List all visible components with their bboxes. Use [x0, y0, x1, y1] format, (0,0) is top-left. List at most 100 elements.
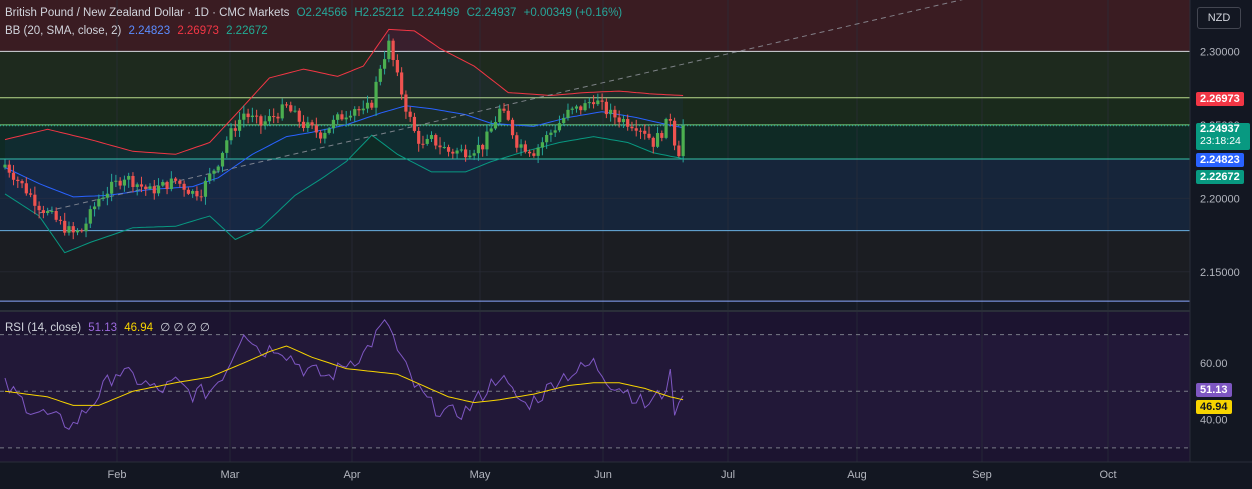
time-tick-label: Feb [108, 469, 127, 481]
candle-body [374, 81, 378, 108]
candle-body [464, 149, 468, 158]
candle-body [199, 196, 203, 198]
candle-body [67, 226, 71, 233]
chart-canvas[interactable]: 2.300002.250002.200002.1500060.0040.00Fe… [0, 0, 1252, 489]
candle-body [476, 144, 481, 154]
candle-body [609, 109, 613, 115]
candle-body [289, 105, 293, 112]
candle-body [220, 152, 225, 167]
candle-body [510, 119, 515, 136]
candle-body [412, 116, 417, 131]
candle-body [468, 155, 472, 158]
candle-body [293, 110, 297, 112]
candle-body [54, 210, 58, 220]
symbol-title: British Pound / New Zealand Dollar · 1D … [5, 7, 290, 19]
candle-body [127, 175, 131, 180]
candle-body [297, 110, 301, 122]
bb-basis-value: 2.24823 [128, 25, 171, 37]
basis-price-label: 2.24823 [1196, 153, 1244, 167]
candle-body [446, 147, 451, 152]
candle-body [523, 144, 527, 152]
candle-body [11, 172, 16, 180]
candle-body [208, 173, 212, 181]
candle-body [677, 145, 681, 157]
currency-button[interactable]: NZD [1197, 7, 1241, 29]
candle-body [634, 128, 638, 131]
candle-body [451, 151, 455, 154]
zone-1 [0, 51, 1190, 98]
candle-body [58, 219, 63, 221]
candle-body [604, 101, 608, 115]
candle-body [139, 184, 144, 187]
candle-body [216, 166, 220, 171]
candle-body [536, 147, 540, 156]
zone-5 [0, 230, 1190, 302]
candle-body [110, 181, 114, 194]
candle-body [340, 114, 344, 120]
rsi-ma-value: 46.94 [124, 322, 154, 334]
candle-body [233, 128, 237, 131]
candle-body [348, 115, 353, 118]
candle-body [562, 117, 566, 124]
candle-body [344, 117, 348, 120]
bb-upper-value: 2.26973 [177, 25, 219, 37]
candle-body [395, 59, 399, 73]
candle-body [370, 102, 374, 108]
currency-label: NZD [1207, 12, 1231, 24]
bb-title: BB (20, SMA, close, 2) [5, 25, 122, 37]
ohlc-low: L2.24499 [411, 7, 460, 19]
candle-body [498, 108, 502, 122]
time-tick-label: May [470, 469, 491, 481]
candle-body [472, 153, 476, 156]
rsi-tick-label: 40.00 [1200, 415, 1228, 427]
candle-body [387, 40, 391, 60]
candle-body [319, 132, 323, 139]
candle-body [527, 151, 532, 154]
candle-body [408, 111, 412, 117]
rsi-legend[interactable]: RSI (14, close) 51.13 46.94 ∅ ∅ ∅ ∅ [5, 320, 214, 334]
candle-body [429, 135, 434, 139]
candle-body [336, 114, 340, 120]
candle-body [7, 164, 11, 173]
candle-body [33, 194, 37, 206]
bb-legend[interactable]: BB (20, SMA, close, 2) 2.24823 2.26973 2… [5, 25, 272, 37]
time-axis-bg [0, 462, 1252, 489]
candle-body [191, 191, 195, 194]
candle-body [553, 130, 557, 133]
candle-body [540, 142, 544, 148]
bb-lower-value: 2.22672 [226, 25, 268, 37]
candle-body [668, 119, 672, 121]
candle-body [46, 211, 50, 214]
candle-body [225, 140, 229, 153]
time-tick-label: Mar [221, 469, 240, 481]
candle-body [135, 184, 139, 187]
symbol-header[interactable]: British Pound / New Zealand Dollar · 1D … [5, 7, 626, 19]
candle-body [3, 164, 7, 168]
candle-body [84, 223, 88, 232]
candle-body [122, 179, 127, 186]
candle-body [263, 121, 267, 126]
candle-body [101, 197, 105, 199]
time-tick-label: Jun [594, 469, 612, 481]
candle-body [519, 144, 523, 148]
candle-body [284, 104, 289, 106]
last-price-label: 2.24937 23:18:24 [1196, 123, 1250, 150]
candle-body [481, 144, 485, 150]
ohlc-change: +0.00349 (+0.16%) [523, 7, 623, 19]
candle-body [621, 119, 626, 123]
candle-body [400, 72, 404, 95]
candle-body [50, 210, 54, 212]
last-price-value: 2.24937 [1200, 123, 1240, 135]
candle-body [643, 130, 647, 134]
candle-body [174, 178, 178, 181]
candle-body [327, 128, 331, 133]
candle-body [280, 104, 284, 119]
candle-body [638, 130, 643, 132]
upper-price-label: 2.26973 [1196, 92, 1244, 106]
candle-body [353, 109, 357, 116]
candle-body [246, 113, 250, 118]
candle-body [28, 193, 33, 195]
price-tick-label: 2.15000 [1200, 267, 1240, 279]
candle-body [626, 119, 630, 127]
candle-body [378, 68, 382, 82]
